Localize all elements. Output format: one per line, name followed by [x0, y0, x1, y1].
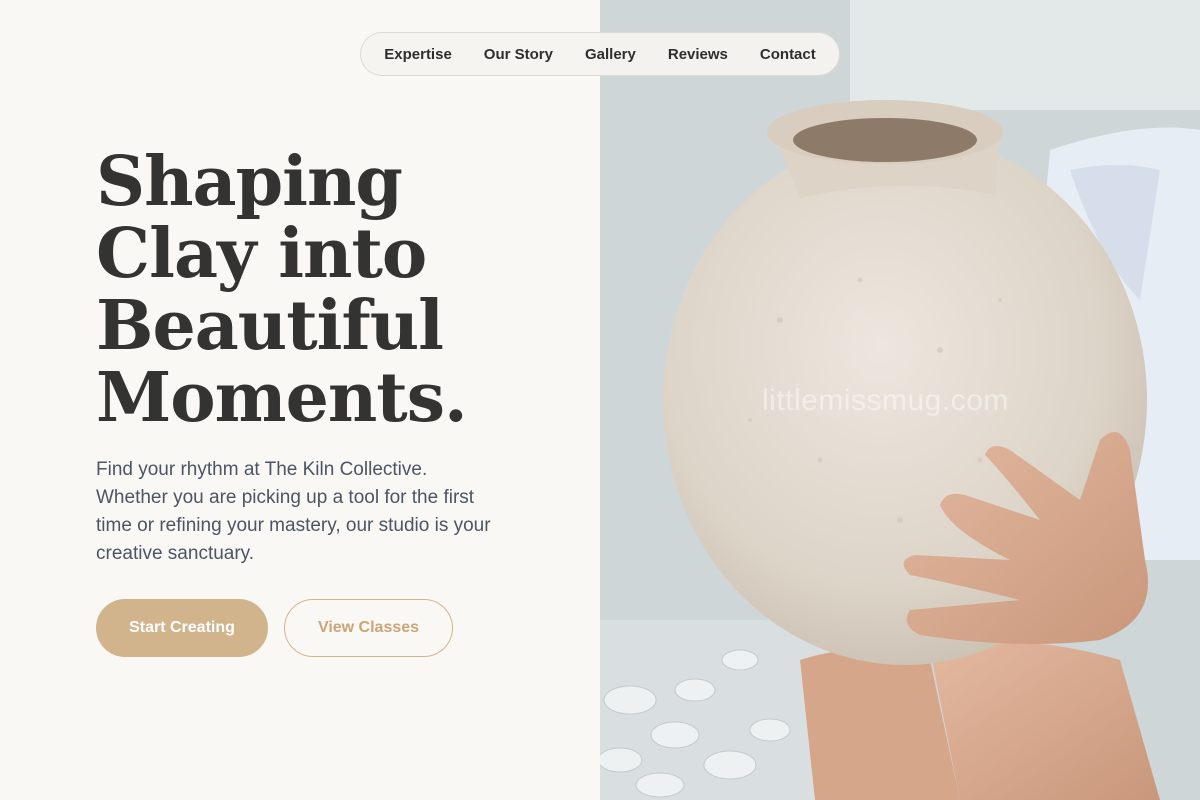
hero-description: Find your rhythm at The Kiln Collective.…	[96, 459, 491, 564]
nav-item-contact[interactable]: Contact	[760, 46, 816, 63]
hero-image: littlemissmug.com	[600, 0, 1200, 800]
view-classes-button[interactable]: View Classes	[284, 599, 453, 657]
nav-item-expertise[interactable]: Expertise	[384, 46, 452, 63]
headline-line: Moments.	[96, 358, 468, 438]
top-nav: Expertise Our Story Gallery Reviews Cont…	[360, 32, 840, 76]
nav-item-reviews[interactable]: Reviews	[668, 46, 728, 63]
headline-line: Clay into	[96, 214, 427, 294]
watermark: littlemissmug.com	[762, 384, 1009, 417]
headline-line: Shaping	[96, 142, 403, 222]
nav-item-our-story[interactable]: Our Story	[484, 46, 553, 63]
hero-left-panel: Shaping Clay into Beautiful Moments. Fin…	[0, 0, 600, 800]
hero-headline: Shaping Clay into Beautiful Moments.	[96, 142, 468, 438]
start-creating-button[interactable]: Start Creating	[96, 599, 268, 657]
nav-item-gallery[interactable]: Gallery	[585, 46, 636, 63]
headline-line: Beautiful	[96, 286, 444, 366]
